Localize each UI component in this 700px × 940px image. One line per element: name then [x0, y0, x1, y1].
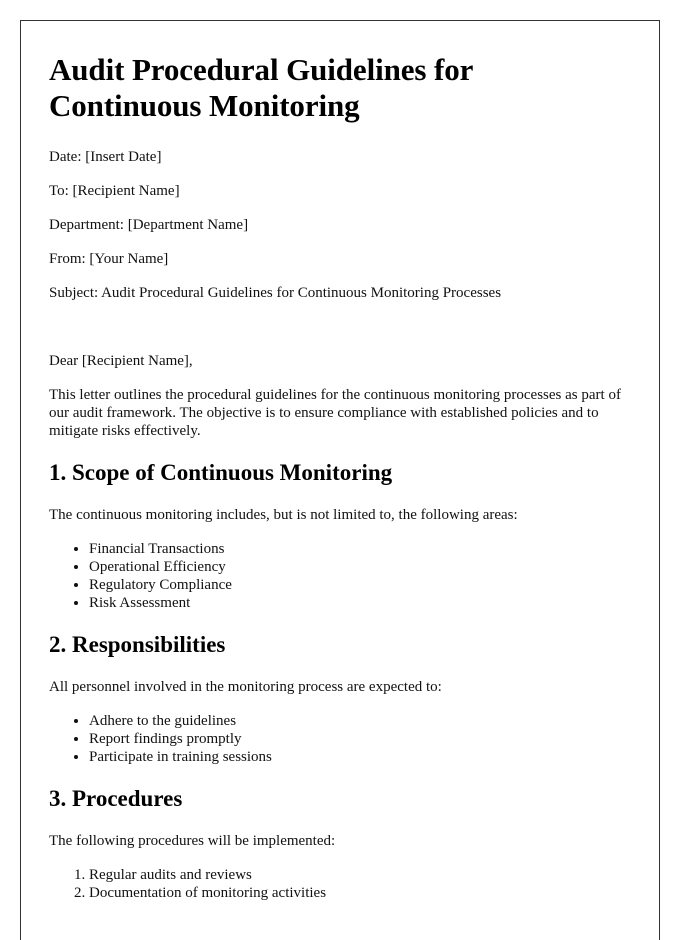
section-heading-scope: 1. Scope of Continuous Monitoring — [49, 460, 393, 485]
list-item: Regular audits and reviews — [89, 866, 631, 884]
list-item: Participate in training sessions — [89, 748, 631, 766]
list-item: Financial Transactions — [89, 540, 631, 558]
section-heading-responsibilities: 2. Responsibilities — [49, 632, 226, 657]
list-item: Risk Assessment — [89, 594, 631, 612]
salutation: Dear [Recipient Name], — [49, 353, 193, 369]
intro-paragraph: This letter outlines the procedural guid… — [49, 387, 621, 439]
list-item: Adhere to the guidelines — [89, 712, 631, 730]
list-item: Regulatory Compliance — [89, 576, 631, 594]
section-intro-procedures: The following procedures will be impleme… — [49, 833, 336, 849]
from-field: From: [Your Name] — [49, 251, 169, 267]
section-heading-procedures: 3. Procedures — [49, 786, 183, 811]
letter-page: Audit Procedural Guidelines for Continuo… — [20, 20, 660, 940]
document-title: Audit Procedural Guidelines for Continuo… — [49, 52, 473, 123]
responsibilities-list: Adhere to the guidelines Report findings… — [49, 712, 631, 766]
date-field: Date: [Insert Date] — [49, 149, 162, 165]
to-field: To: [Recipient Name] — [49, 183, 180, 199]
department-field: Department: [Department Name] — [49, 217, 249, 233]
section-intro-scope: The continuous monitoring includes, but … — [49, 507, 518, 523]
procedures-list: Regular audits and reviews Documentation… — [49, 866, 631, 902]
subject-field: Subject: Audit Procedural Guidelines for… — [49, 285, 502, 301]
list-item: Documentation of monitoring activities — [89, 884, 631, 902]
list-item: Operational Efficiency — [89, 558, 631, 576]
list-item: Report findings promptly — [89, 730, 631, 748]
scope-list: Financial Transactions Operational Effic… — [49, 540, 631, 612]
section-intro-responsibilities: All personnel involved in the monitoring… — [49, 679, 442, 695]
